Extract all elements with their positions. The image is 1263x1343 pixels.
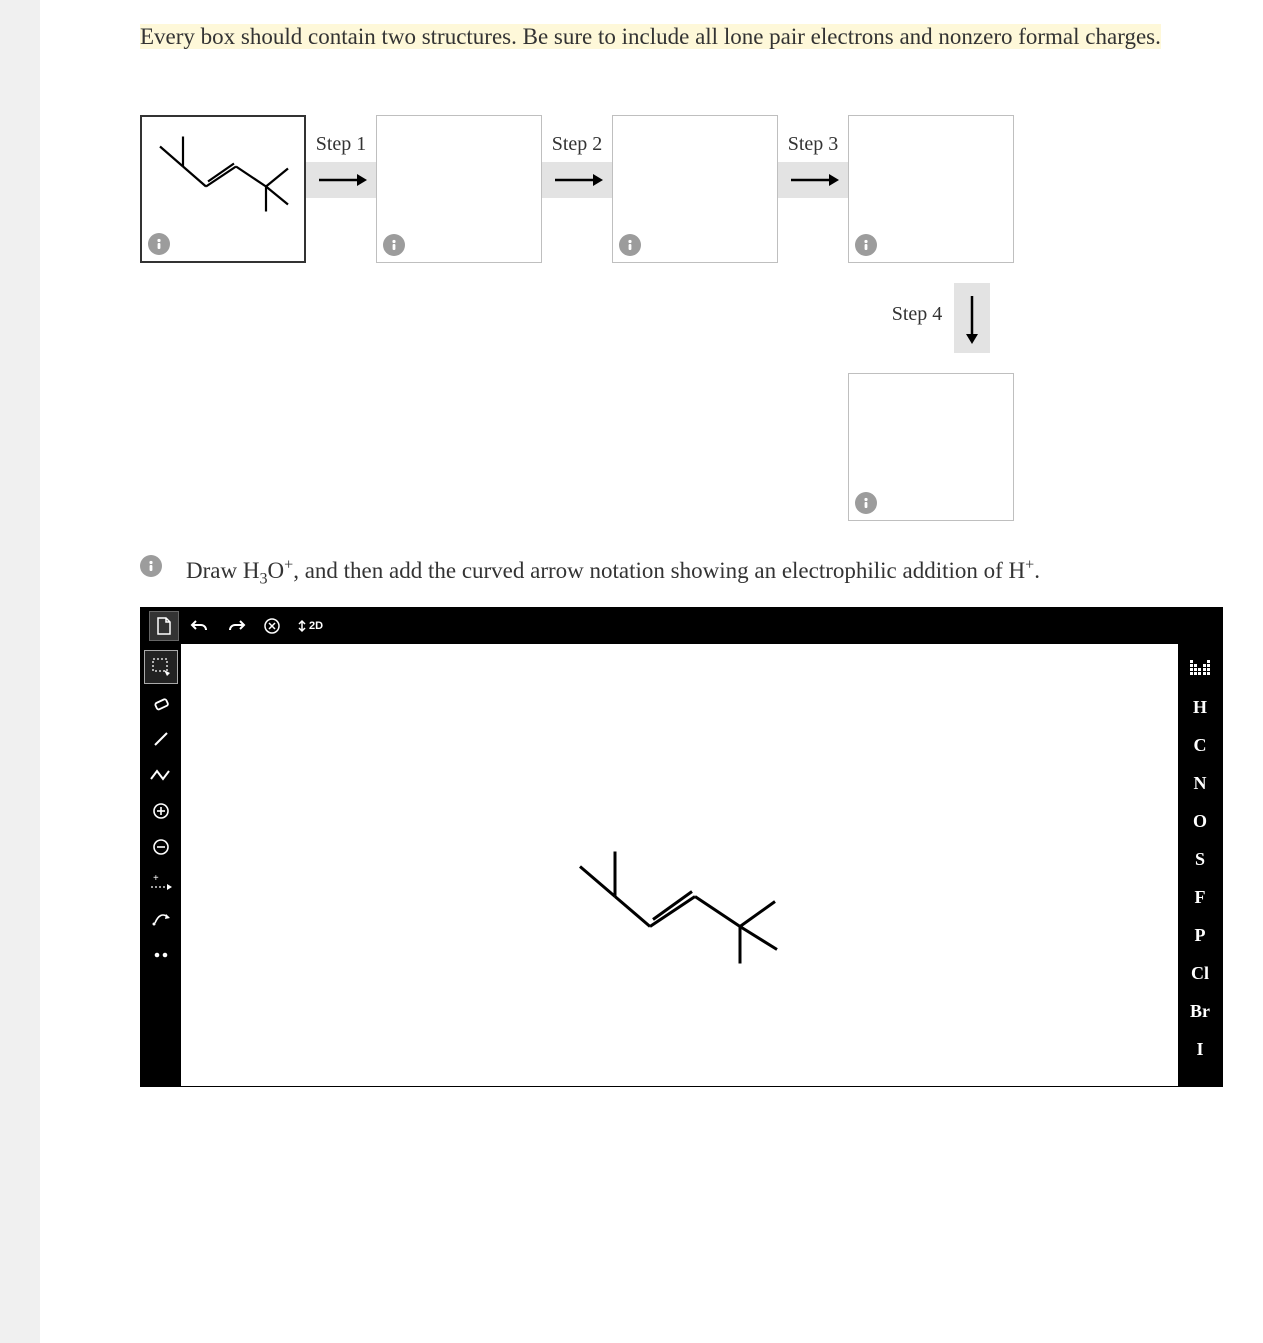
undo-button[interactable] <box>185 611 215 641</box>
element-F[interactable]: F <box>1180 878 1220 916</box>
hint-sup: + <box>1025 556 1034 573</box>
info-icon[interactable] <box>855 234 877 256</box>
hint-part: Draw H <box>186 558 259 583</box>
info-icon[interactable] <box>383 234 405 256</box>
step-1-label: Step 1 <box>316 133 367 156</box>
mechanism-box-2[interactable] <box>376 115 542 263</box>
editor-toolbar-right: H C N O S F P Cl Br I <box>1178 644 1222 1086</box>
info-icon[interactable] <box>148 233 170 255</box>
hint-part: O <box>268 558 285 583</box>
single-bond-tool[interactable] <box>144 722 178 756</box>
hint-row: Draw H3O+, and then add the curved arrow… <box>140 551 1223 594</box>
info-icon[interactable] <box>619 234 641 256</box>
lone-pair-tool[interactable] <box>144 938 178 972</box>
element-O[interactable]: O <box>1180 802 1220 840</box>
editor-toolbar-top: 2D <box>141 608 1222 644</box>
chain-tool[interactable] <box>144 758 178 792</box>
periodic-table-button[interactable] <box>1180 650 1220 688</box>
hint-sup: + <box>284 556 293 573</box>
arrow-right-icon <box>778 162 848 198</box>
mechanism-box-5[interactable] <box>848 373 1014 521</box>
drawing-canvas[interactable] <box>181 644 1178 1086</box>
editor-body: + <box>141 644 1222 1086</box>
charge-minus-tool[interactable] <box>144 830 178 864</box>
delete-button[interactable] <box>257 611 287 641</box>
structure-editor: 2D <box>140 607 1223 1087</box>
arrow-right-icon <box>306 162 376 198</box>
marquee-tool[interactable] <box>144 650 178 684</box>
step-2-label: Step 2 <box>552 133 603 156</box>
mechanism-box-3[interactable] <box>612 115 778 263</box>
arrow-right-icon <box>542 162 612 198</box>
arrow-down-icon <box>954 283 990 353</box>
editor-toolbar-left: + <box>141 644 181 1086</box>
canvas-molecule <box>565 842 795 977</box>
eraser-tool[interactable] <box>144 686 178 720</box>
step-4: Step 4 <box>892 283 991 353</box>
starting-molecule <box>148 127 298 222</box>
svg-text:+: + <box>153 873 159 884</box>
element-N[interactable]: N <box>1180 764 1220 802</box>
cleanup-label: 2D <box>309 620 323 632</box>
hint-sub: 3 <box>259 570 267 587</box>
instructions-text: Every box should contain two structures.… <box>140 24 1161 49</box>
step-3-label: Step 3 <box>788 133 839 156</box>
element-Cl[interactable]: Cl <box>1180 954 1220 992</box>
element-Br[interactable]: Br <box>1180 992 1220 1030</box>
hint-part: , and then add the curved arrow notation… <box>293 558 1025 583</box>
step-1: Step 1 <box>306 133 376 198</box>
mechanism-box-1[interactable] <box>140 115 306 263</box>
element-H[interactable]: H <box>1180 688 1220 726</box>
step-2: Step 2 <box>542 133 612 198</box>
instructions: Every box should contain two structures.… <box>140 20 1223 55</box>
info-icon[interactable] <box>140 555 162 577</box>
element-C[interactable]: C <box>1180 726 1220 764</box>
cleanup-2d-button[interactable]: 2D <box>293 611 327 641</box>
element-S[interactable]: S <box>1180 840 1220 878</box>
redo-button[interactable] <box>221 611 251 641</box>
charge-plus-tool[interactable] <box>144 794 178 828</box>
mechanism-box-4[interactable] <box>848 115 1014 263</box>
hint-text: Draw H3O+, and then add the curved arrow… <box>186 551 1040 594</box>
element-I[interactable]: I <box>1180 1030 1220 1068</box>
curved-arrow-tool[interactable] <box>144 902 178 936</box>
element-P[interactable]: P <box>1180 916 1220 954</box>
new-document-button[interactable] <box>149 611 179 641</box>
info-icon[interactable] <box>855 492 877 514</box>
reaction-arrow-tool[interactable]: + <box>144 866 178 900</box>
step-3: Step 3 <box>778 133 848 198</box>
hint-part: . <box>1034 558 1040 583</box>
last-column: Step 4 <box>848 115 1014 521</box>
step-4-label: Step 4 <box>892 303 943 326</box>
page-content: Every box should contain two structures.… <box>40 0 1263 1343</box>
mechanism-row: Step 1 Step 2 Step 3 <box>140 115 1223 521</box>
